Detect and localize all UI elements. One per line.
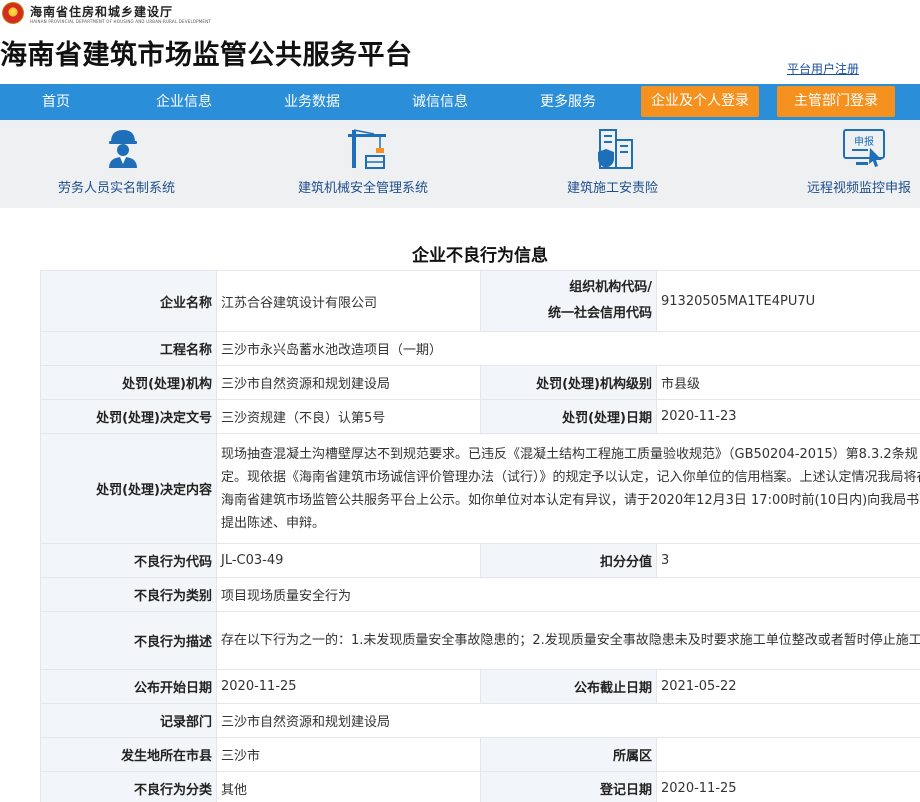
site-header: 海南省住房和城乡建设厅 HAINAN PROVINCIAL DEPARTMENT… (0, 0, 920, 84)
company-name-value: 江苏合谷建筑设计有限公司 (216, 270, 481, 332)
company-name-label: 企业名称 (40, 270, 217, 332)
table-row: 不良行为类别 项目现场质量安全行为 (40, 577, 920, 612)
department-name: 海南省住房和城乡建设厅 (30, 5, 174, 19)
record-dept-value: 三沙市自然资源和规划建设局 (216, 703, 920, 738)
publish-start-label: 公布开始日期 (40, 669, 217, 704)
register-link[interactable]: 平台用户注册 (787, 60, 859, 77)
region-label: 所属区 (480, 737, 657, 772)
national-emblem-icon (2, 2, 24, 24)
nav-business-data[interactable]: 业务数据 (270, 84, 354, 120)
penalty-date-label: 处罚(处理)日期 (480, 399, 657, 434)
behavior-desc-label: 不良行为描述 (40, 611, 217, 670)
table-row: 企业名称 江苏合谷建筑设计有限公司 组织机构代码/ 统一社会信用代码 91320… (40, 270, 920, 332)
crane-icon (348, 129, 386, 169)
nav-enterprise-info[interactable]: 企业信息 (142, 84, 226, 120)
category-label: 不良行为分类 (40, 771, 217, 802)
table-row: 处罚(处理)决定文号 三沙资规建（不良）认第5号 处罚(处理)日期 2020-1… (40, 399, 920, 434)
category-value: 其他 (216, 771, 481, 802)
nav-more-services[interactable]: 更多服务 (526, 84, 610, 120)
admin-login-button[interactable]: 主管部门登录 (777, 86, 895, 117)
system-label: 建筑施工安责险 (567, 181, 659, 196)
system-machinery-safety[interactable]: 建筑机械安全管理系统 (290, 120, 450, 208)
penalty-level-value: 市县级 (656, 365, 920, 400)
org-code-label: 组织机构代码/ 统一社会信用代码 (480, 270, 657, 332)
nav-credit-info[interactable]: 诚信信息 (398, 84, 482, 120)
record-dept-label: 记录部门 (40, 703, 217, 738)
table-row: 不良行为代码 JL-C03-49 扣分分值 3 (40, 543, 920, 578)
system-remote-video-report[interactable]: 申报 远程视频监控申报 (800, 120, 920, 208)
register-date-value: 2020-11-25 (656, 771, 920, 802)
org-code-label-line1: 组织机构代码/ (569, 280, 652, 295)
site-title: 海南省建筑市场监管公共服务平台 (0, 40, 413, 71)
system-shortcuts: 劳务人员实名制系统 建筑机械安全管理系统 建筑施工安责险 申报 远程视频监控申报 (0, 120, 920, 208)
building-shield-icon (598, 129, 633, 169)
page-title: 企业不良行为信息 (412, 246, 548, 266)
table-row: 处罚(处理)决定内容 现场抽查混凝土沟槽壁厚达不到规范要求。已违反《混凝土结构工… (40, 433, 920, 544)
publish-end-value: 2021-05-22 (656, 669, 920, 704)
decision-content-value: 现场抽查混凝土沟槽壁厚达不到规范要求。已违反《混凝土结构工程施工质量验收规范》（… (216, 433, 920, 544)
org-code-label-line2: 统一社会信用代码 (547, 306, 652, 321)
decision-no-label: 处罚(处理)决定文号 (40, 399, 217, 434)
table-row: 工程名称 三沙市永兴岛蓄水池改造项目（一期） (40, 331, 920, 366)
penalty-level-label: 处罚(处理)机构级别 (480, 365, 657, 400)
project-name-label: 工程名称 (40, 331, 217, 366)
department-name-en: HAINAN PROVINCIAL DEPARTMENT OF HOUSING … (30, 19, 211, 24)
system-construction-insurance[interactable]: 建筑施工安责险 (560, 120, 680, 208)
system-label: 建筑机械安全管理系统 (298, 181, 429, 196)
table-row: 记录部门 三沙市自然资源和规划建设局 (40, 703, 920, 738)
penalty-date-value: 2020-11-23 (656, 399, 920, 434)
publish-end-label: 公布截止日期 (480, 669, 657, 704)
svg-text:申报: 申报 (854, 135, 874, 148)
location-value: 三沙市 (216, 737, 481, 772)
deduct-points-label: 扣分分值 (480, 543, 657, 578)
table-row: 处罚(处理)机构 三沙市自然资源和规划建设局 处罚(处理)机构级别 市县级 (40, 365, 920, 400)
main-nav: 首页 企业信息 业务数据 诚信信息 更多服务 企业及个人登录 主管部门登录 (0, 84, 920, 120)
table-row: 不良行为描述 存在以下行为之一的：1.未发现质量安全事故隐患的；2.发现质量安全… (40, 611, 920, 670)
table-row: 不良行为分类 其他 登记日期 2020-11-25 (40, 771, 920, 802)
monitor-report-icon: 申报 (843, 129, 885, 167)
region-value (656, 737, 920, 772)
behavior-desc-value: 存在以下行为之一的：1.未发现质量安全事故隐患的；2.发现质量安全事故隐患未及时… (216, 611, 920, 670)
publish-start-value: 2020-11-25 (216, 669, 481, 704)
table-row: 发生地所在市县 三沙市 所属区 (40, 737, 920, 772)
system-labor-realname[interactable]: 劳务人员实名制系统 (40, 120, 206, 208)
nav-home[interactable]: 首页 (14, 84, 98, 120)
behavior-code-value: JL-C03-49 (216, 543, 481, 578)
location-label: 发生地所在市县 (40, 737, 217, 772)
register-date-label: 登记日期 (480, 771, 657, 802)
system-label: 劳务人员实名制系统 (58, 181, 176, 196)
decision-content-label: 处罚(处理)决定内容 (40, 433, 217, 544)
behavior-type-value: 项目现场质量安全行为 (216, 577, 920, 612)
system-label: 远程视频监控申报 (807, 181, 912, 196)
behavior-code-label: 不良行为代码 (40, 543, 217, 578)
decision-no-value: 三沙资规建（不良）认第5号 (216, 399, 481, 434)
deduct-points-value: 3 (656, 543, 920, 578)
org-code-value: 91320505MA1TE4PU7U (656, 270, 920, 332)
penalty-org-value: 三沙市自然资源和规划建设局 (216, 365, 481, 400)
penalty-org-label: 处罚(处理)机构 (40, 365, 217, 400)
project-name-value: 三沙市永兴岛蓄水池改造项目（一期） (216, 331, 920, 366)
table-row: 公布开始日期 2020-11-25 公布截止日期 2021-05-22 (40, 669, 920, 704)
bad-behavior-record-table: 企业名称 江苏合谷建筑设计有限公司 组织机构代码/ 统一社会信用代码 91320… (40, 270, 920, 802)
worker-icon (109, 130, 137, 168)
enterprise-login-button[interactable]: 企业及个人登录 (641, 86, 759, 117)
behavior-type-label: 不良行为类别 (40, 577, 217, 612)
